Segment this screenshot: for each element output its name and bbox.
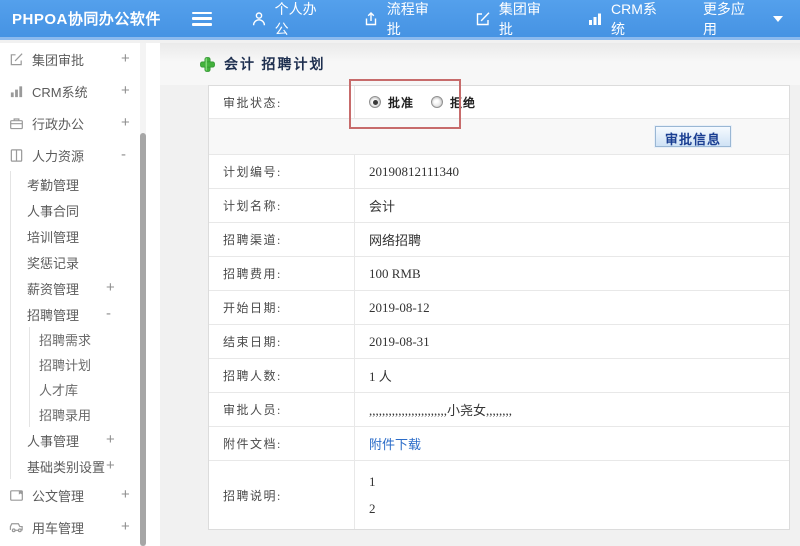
collapse-toggle[interactable]: - bbox=[121, 146, 126, 163]
bar-chart-icon bbox=[587, 11, 603, 27]
expand-toggle[interactable]: + bbox=[121, 114, 130, 131]
edit-icon bbox=[475, 11, 491, 27]
book-icon bbox=[9, 147, 25, 163]
row-recruit-fee: 招聘费用: 100 RMB bbox=[209, 257, 789, 291]
expand-toggle[interactable]: + bbox=[121, 82, 130, 99]
sidebar-item-admin-office[interactable]: 行政办公 + bbox=[0, 107, 160, 139]
approval-info-button[interactable]: 审批信息 bbox=[653, 125, 733, 148]
page-title: 会计 招聘计划 bbox=[224, 58, 326, 73]
sidebar-scrollbar-thumb[interactable] bbox=[140, 133, 146, 546]
main-content: 会计 招聘计划 审批状态: 批准 拒绝 审批信息 计划编号: 201908121… bbox=[160, 43, 800, 546]
sidebar-item-vehicles[interactable]: 用车管理 + bbox=[0, 511, 160, 543]
sidebar-item-recruitment[interactable]: 招聘管理 - bbox=[11, 301, 160, 327]
add-icon bbox=[200, 56, 215, 72]
sidebar-item-salary[interactable]: 薪资管理 + bbox=[11, 275, 160, 301]
row-plan-number: 计划编号: 20190812111340 bbox=[209, 155, 789, 189]
export-icon bbox=[363, 11, 379, 27]
radio-approve[interactable]: 批准 bbox=[369, 94, 431, 111]
description-lines: 1 2 bbox=[369, 473, 376, 516]
sidebar-item-reward-punishment[interactable]: 奖惩记录 bbox=[11, 249, 160, 275]
expand-toggle[interactable]: + bbox=[106, 431, 115, 448]
row-recruit-channel: 招聘渠道: 网络招聘 bbox=[209, 223, 789, 257]
expand-toggle[interactable]: + bbox=[121, 50, 130, 67]
status-options: 批准 拒绝 bbox=[355, 94, 789, 111]
sidebar-item-group-approval[interactable]: 集团审批 + bbox=[0, 43, 160, 75]
row-description: 招聘说明: 1 2 bbox=[209, 461, 789, 529]
menu-toggle-icon[interactable] bbox=[191, 11, 212, 26]
nav-group-approval[interactable]: 集团审批 bbox=[458, 0, 570, 39]
edit-icon bbox=[9, 51, 25, 67]
sidebar: 集团审批 + CRM系统 + 行政办公 + 人力资源 - 考勤管理 人事合同 培… bbox=[0, 43, 160, 546]
sidebar-item-base-category[interactable]: 基础类别设置 + bbox=[11, 453, 160, 479]
nav-process-approval[interactable]: 流程审批 bbox=[346, 0, 458, 39]
expand-toggle[interactable]: + bbox=[106, 457, 115, 474]
sidebar-item-documents[interactable]: 公文管理 + bbox=[0, 479, 160, 511]
row-approvers: 审批人员: ,,,,,,,,,,,,,,,,,,,,,,,,小尧女,,,,,,,… bbox=[209, 393, 789, 427]
top-bar: PHPOA协同办公软件 个人办公 流程审批 集团审批 CRM系统 更多应用 bbox=[0, 0, 800, 40]
hr-submenu: 考勤管理 人事合同 培训管理 奖惩记录 薪资管理 + 招聘管理 - 招聘需求 招… bbox=[10, 171, 160, 479]
sidebar-item-attendance[interactable]: 考勤管理 bbox=[11, 171, 160, 197]
bar-chart-icon bbox=[9, 83, 25, 99]
expand-toggle[interactable]: + bbox=[121, 486, 130, 503]
row-start-date: 开始日期: 2019-08-12 bbox=[209, 291, 789, 325]
row-attachment: 附件文档: 附件下载 bbox=[209, 427, 789, 461]
attachment-download-link[interactable]: 附件下载 bbox=[369, 434, 421, 453]
sidebar-item-hr-contract[interactable]: 人事合同 bbox=[11, 197, 160, 223]
app-logo: PHPOA协同办公软件 bbox=[12, 11, 161, 28]
sidebar-item-hr[interactable]: 人力资源 - bbox=[0, 139, 160, 171]
top-nav: 个人办公 流程审批 集团审批 CRM系统 更多应用 bbox=[234, 0, 800, 39]
field-label: 审批状态: bbox=[209, 86, 355, 118]
radio-reject[interactable]: 拒绝 bbox=[431, 94, 493, 111]
row-plan-name: 计划名称: 会计 bbox=[209, 189, 789, 223]
expand-toggle[interactable]: + bbox=[121, 518, 130, 535]
document-icon bbox=[9, 487, 25, 503]
row-approval-status: 审批状态: 批准 拒绝 bbox=[209, 79, 789, 129]
briefcase-icon bbox=[9, 115, 25, 131]
sidebar-item-crm[interactable]: CRM系统 + bbox=[0, 75, 160, 107]
radio-approve-control[interactable] bbox=[369, 96, 381, 108]
sidebar-item-personnel[interactable]: 人事管理 + bbox=[11, 427, 160, 453]
nav-more-apps[interactable]: 更多应用 bbox=[686, 0, 800, 39]
nav-personal-office[interactable]: 个人办公 bbox=[234, 0, 346, 39]
detail-table: 审批状态: 批准 拒绝 审批信息 计划编号: 20190812111340 计划… bbox=[208, 79, 790, 530]
expand-toggle[interactable]: + bbox=[106, 279, 115, 296]
row-approval-action: 审批信息 bbox=[209, 119, 789, 155]
row-headcount: 招聘人数: 1 人 bbox=[209, 359, 789, 393]
sidebar-item-training[interactable]: 培训管理 bbox=[11, 223, 160, 249]
user-icon bbox=[251, 11, 267, 27]
collapse-toggle[interactable]: - bbox=[106, 305, 111, 322]
car-icon bbox=[9, 519, 25, 535]
row-end-date: 结束日期: 2019-08-31 bbox=[209, 325, 789, 359]
caret-down-icon bbox=[773, 15, 784, 22]
nav-crm-system[interactable]: CRM系统 bbox=[570, 0, 686, 39]
title-bar: 会计 招聘计划 bbox=[160, 43, 800, 85]
radio-reject-control[interactable] bbox=[431, 96, 444, 108]
